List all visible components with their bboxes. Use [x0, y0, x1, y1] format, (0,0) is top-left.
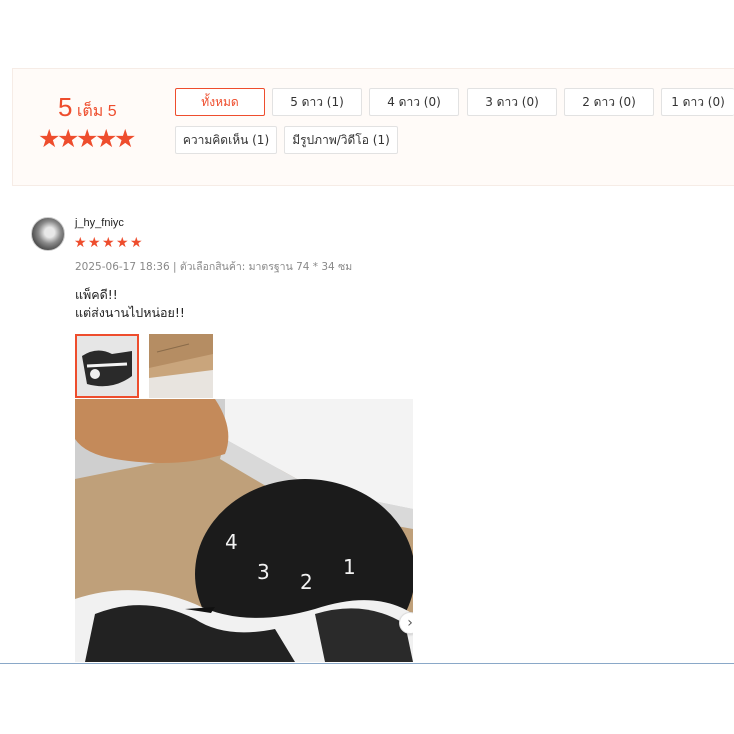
- filter-media-button[interactable]: มีรูปภาพ/วิดีโอ (1): [284, 126, 398, 154]
- star-icon: ★: [57, 124, 80, 153]
- review-thumbnail-2[interactable]: [149, 334, 213, 398]
- rating-score-value: 5: [58, 92, 73, 122]
- rating-stars: ★ ★ ★ ★ ★: [38, 124, 137, 153]
- avatar[interactable]: [31, 217, 65, 251]
- review-photo-preview[interactable]: 4 3 2 1 ›: [75, 399, 413, 662]
- review-comment-line: แพ็คดี!!: [75, 287, 118, 302]
- star-icon: ★: [74, 235, 87, 251]
- review-username: j_hy_fniyc: [75, 217, 124, 229]
- filter-4-star-button[interactable]: 4 ดาว (0): [369, 88, 459, 116]
- review-comment: แพ็คดี!! แต่ส่งนานไปหน่อย!!: [75, 286, 185, 322]
- filter-5-star-button[interactable]: 5 ดาว (1): [272, 88, 362, 116]
- review-stars: ★ ★ ★ ★ ★: [74, 236, 144, 250]
- review-comment-line: แต่ส่งนานไปหน่อย!!: [75, 305, 185, 320]
- star-icon: ★: [114, 124, 137, 153]
- rating-score-outof: เต็ม 5: [76, 103, 117, 120]
- filter-all-button[interactable]: ทั้งหมด: [175, 88, 265, 116]
- star-icon: ★: [76, 124, 99, 153]
- star-icon: ★: [102, 235, 115, 251]
- star-icon: ★: [95, 124, 118, 153]
- review-photo-image: 4 3 2 1: [75, 399, 413, 662]
- star-icon: ★: [88, 235, 101, 251]
- divider: [0, 663, 734, 664]
- thumbnail-image: [149, 334, 213, 398]
- svg-text:2: 2: [300, 570, 313, 594]
- filter-comments-button[interactable]: ความคิดเห็น (1): [175, 126, 277, 154]
- rating-score: 5 เต็ม 5: [58, 92, 117, 124]
- svg-text:3: 3: [257, 560, 270, 584]
- star-icon: ★: [116, 235, 129, 251]
- filter-1-star-button[interactable]: 1 ดาว (0): [661, 88, 734, 116]
- thumbnail-image: [77, 336, 137, 396]
- star-icon: ★: [38, 124, 61, 153]
- review-thumbnail-1[interactable]: [75, 334, 139, 398]
- svg-text:4: 4: [225, 530, 238, 554]
- star-icon: ★: [130, 235, 143, 251]
- review-meta: 2025-06-17 18:36 | ตัวเลือกสินค้า: มาตรฐ…: [75, 261, 353, 273]
- filter-2-star-button[interactable]: 2 ดาว (0): [564, 88, 654, 116]
- svg-text:1: 1: [343, 555, 356, 579]
- filter-3-star-button[interactable]: 3 ดาว (0): [467, 88, 557, 116]
